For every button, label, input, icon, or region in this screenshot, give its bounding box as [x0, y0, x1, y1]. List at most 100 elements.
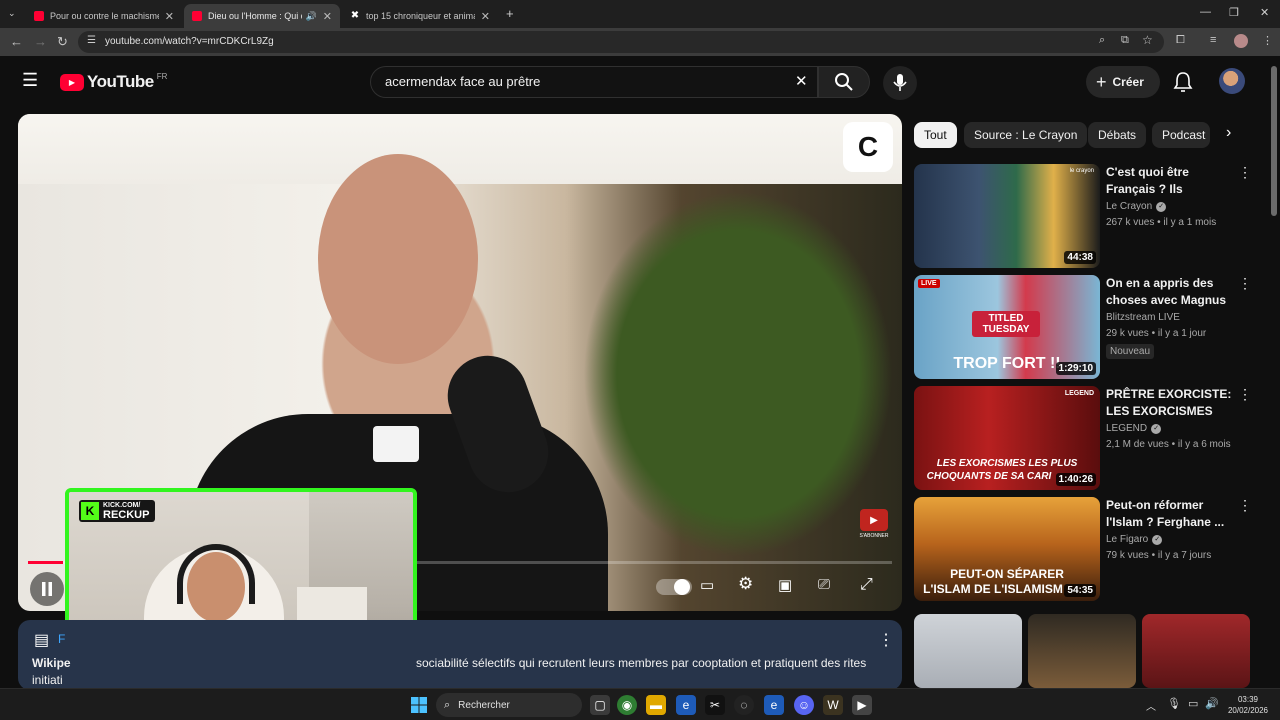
chip-podcast[interactable]: Podcast [1152, 122, 1210, 148]
video-thumbnail[interactable]: PEUT-ON SÉPARER L'ISLAM DE L'ISLAMISM 54… [914, 497, 1100, 601]
tab-title: top 15 chroniqueur et animate [366, 11, 475, 21]
more-options-icon[interactable]: ⋮ [1238, 497, 1252, 514]
warcraft-icon[interactable]: W [823, 695, 843, 715]
minimize-icon[interactable]: — [1200, 6, 1211, 18]
channel-name[interactable]: LEGEND [1106, 423, 1147, 434]
more-options-icon[interactable]: ⋮ [1238, 164, 1252, 181]
browser-toolbar: ← → ↻ ☰ youtube.com/watch?v=mrCDKCrL9Zg … [0, 28, 1280, 56]
fullscreen-icon[interactable]: ⤢ [860, 576, 873, 594]
video-title[interactable]: On en a appris des choses avec Magnus ..… [1106, 275, 1234, 309]
recommendation-item[interactable]: LIVE TITLED TUESDAY TROP FORT !! 1:29:10… [914, 275, 1254, 379]
channel-name[interactable]: Le Crayon [1106, 201, 1152, 212]
media-controls-icon[interactable]: ≡ [1210, 34, 1216, 46]
video-title[interactable]: PRÊTRE EXORCISTE: LES EXORCISMES LE... [1106, 386, 1234, 420]
recommendation-item[interactable]: le crayon 44:38 C'est quoi être Français… [914, 164, 1254, 268]
chip-all[interactable]: Tout [914, 122, 957, 148]
edge-profile-icon[interactable]: e [764, 695, 784, 715]
media-app-icon[interactable]: ▶ [852, 695, 872, 715]
chip-source[interactable]: Source : Le Crayon [964, 122, 1088, 148]
close-window-icon[interactable]: ✕ [1260, 6, 1269, 19]
chevron-up-icon[interactable]: ︿ [1146, 698, 1156, 713]
bookmark-star-icon[interactable]: ☆ [1142, 33, 1153, 47]
video-title[interactable]: Peut-on réformer l'Islam ? Ferghane ... [1106, 497, 1234, 531]
restore-icon[interactable]: ❐ [1229, 6, 1239, 19]
chip-debates[interactable]: Débats [1088, 122, 1147, 148]
network-icon[interactable]: ▭ [1188, 697, 1198, 710]
short-thumbnail[interactable] [914, 614, 1022, 688]
youtube-logo[interactable]: ▶ YouTube FR [60, 72, 167, 92]
thumbnail-text: LES EXORCISMES LES PLUS [936, 458, 1078, 469]
video-thumbnail[interactable]: LEGEND LES EXORCISMES LES PLUS CHOQUANTS… [914, 386, 1100, 490]
channel-logo-icon[interactable]: C [843, 122, 893, 172]
subtitles-icon[interactable]: ▭ [700, 576, 714, 594]
video-thumbnail[interactable]: LIVE TITLED TUESDAY TROP FORT !! 1:29:10 [914, 275, 1100, 379]
microphone-tray-icon[interactable]: 🎙 [1167, 697, 1181, 710]
more-options-icon[interactable]: ⋮ [1238, 275, 1252, 292]
clear-search-icon[interactable]: ✕ [795, 72, 808, 90]
edge-icon[interactable]: e [676, 695, 696, 715]
video-stats: 29 k vues • il y a 1 jour [1106, 328, 1207, 339]
recommendation-item[interactable]: LEGEND LES EXORCISMES LES PLUS CHOQUANTS… [914, 386, 1254, 490]
zoom-icon[interactable]: ⌕ [1099, 34, 1105, 47]
short-thumbnail[interactable] [1142, 614, 1250, 688]
create-button[interactable]: + Créer [1086, 66, 1160, 98]
capcut-icon[interactable]: ✂ [705, 695, 725, 715]
discord-icon[interactable]: ☺ [794, 695, 814, 715]
browser-tab[interactable]: Pour ou contre le machisme d'A ✕ [26, 4, 182, 28]
reload-icon[interactable]: ↻ [57, 34, 68, 50]
cast-page-icon[interactable]: ⧉ [1121, 34, 1129, 47]
more-options-icon[interactable]: ⋮ [1238, 386, 1252, 403]
browser-tab[interactable]: ✖ top 15 chroniqueur et animate ✕ [342, 4, 498, 28]
notifications-bell-icon[interactable] [1173, 71, 1193, 93]
pause-button[interactable] [30, 572, 64, 606]
file-explorer-icon[interactable]: ▬ [646, 695, 666, 715]
chrome-icon[interactable]: ◉ [617, 695, 637, 715]
chevron-right-icon[interactable]: › [1226, 124, 1231, 142]
channel-logo-letter: C [857, 131, 879, 162]
voice-search-button[interactable] [883, 66, 917, 100]
browser-menu-icon[interactable]: ⋮ [1262, 34, 1273, 47]
profile-avatar[interactable] [1234, 34, 1248, 48]
browser-tab-active[interactable]: Dieu ou l'Homme : Qui déte 🔊 ✕ [184, 4, 340, 28]
volume-icon[interactable]: 🔊 [1205, 697, 1219, 710]
new-tab-button[interactable]: + [506, 6, 514, 21]
taskbar-search[interactable]: ⌕ Rechercher [436, 693, 582, 717]
cast-icon[interactable]: ⎚ [818, 576, 830, 593]
search-button[interactable] [818, 66, 870, 98]
search-query[interactable]: acermendax face au prêtre [385, 74, 540, 89]
theater-mode-icon[interactable]: ▣ [778, 576, 792, 594]
channel-name[interactable]: Le Figaro [1106, 534, 1148, 545]
back-icon[interactable]: ← [10, 34, 23, 49]
video-title[interactable]: C'est quoi être Français ? Ils débattent… [1106, 164, 1234, 198]
autoplay-toggle[interactable] [656, 579, 692, 595]
close-icon[interactable]: ✕ [323, 10, 332, 23]
system-clock[interactable]: 03:39 20/02/2026 [1222, 694, 1274, 716]
short-thumbnail[interactable] [1028, 614, 1136, 688]
hamburger-menu-icon[interactable]: ☰ [22, 70, 38, 91]
video-thumbnail[interactable]: le crayon 44:38 [914, 164, 1100, 268]
settings-gear-icon[interactable]: ⚙ [738, 574, 753, 594]
windows-start-icon[interactable] [411, 697, 427, 713]
task-view-icon[interactable]: ▢ [590, 695, 610, 715]
search-input[interactable]: acermendax face au prêtre ✕ [370, 66, 818, 98]
address-bar[interactable]: ☰ youtube.com/watch?v=mrCDKCrL9Zg ⌕ ⧉ ☆ [78, 31, 1164, 53]
account-avatar[interactable] [1219, 68, 1245, 94]
thumbnail-text: PEUT-ON SÉPARER [950, 567, 1064, 581]
page-scrollbar[interactable] [1268, 56, 1280, 688]
close-icon[interactable]: ✕ [481, 10, 490, 23]
close-icon[interactable]: ✕ [165, 10, 174, 23]
more-options-icon[interactable]: ⋮ [878, 630, 894, 650]
subscribe-watermark[interactable]: ▶ S'ABONNER [856, 509, 892, 545]
extensions-icon[interactable]: ⧠ [1176, 34, 1185, 47]
recommendation-item[interactable]: PEUT-ON SÉPARER L'ISLAM DE L'ISLAMISM 54… [914, 497, 1254, 601]
speaker-icon[interactable]: 🔊 [306, 11, 317, 22]
channel-name[interactable]: Blitzstream LIVE [1106, 312, 1180, 323]
description-panel[interactable]: ▤ F Wikipe initiati sociabilité sélectif… [18, 620, 902, 690]
scrollbar-thumb[interactable] [1271, 66, 1277, 216]
url-text[interactable]: youtube.com/watch?v=mrCDKCrL9Zg [105, 36, 274, 47]
forward-icon[interactable]: → [34, 34, 47, 49]
app-icon[interactable]: ◌ [734, 695, 754, 715]
search-icon: ⌕ [444, 698, 451, 711]
site-info-icon[interactable]: ☰ [87, 35, 96, 46]
tab-list-chevron-icon[interactable]: ⌄ [8, 8, 16, 19]
